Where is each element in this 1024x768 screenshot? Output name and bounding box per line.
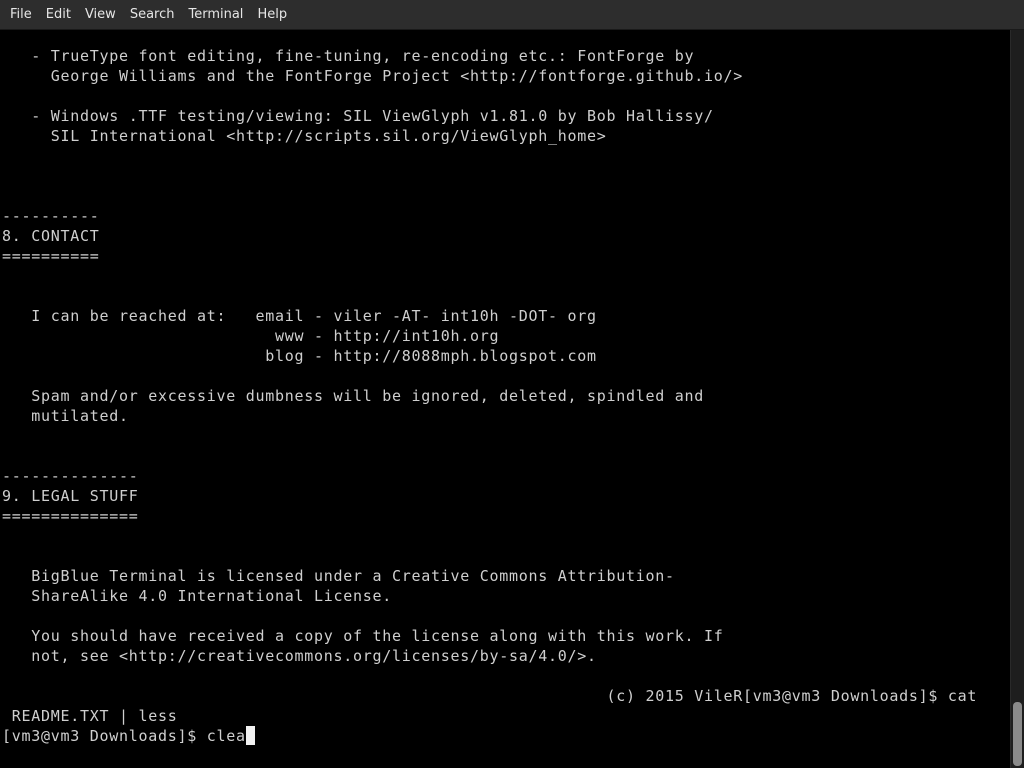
terminal-line: George Williams and the FontForge Projec… [2,67,744,85]
terminal-line: README.TXT | less [2,707,178,725]
terminal-line: mutilated. [2,407,129,425]
section-heading-legal: 9. LEGAL STUFF [2,487,139,505]
section-rule: ---------- [2,207,100,225]
menu-help[interactable]: Help [250,0,294,30]
text-cursor [245,726,255,745]
terminal-line: BigBlue Terminal is licensed under a Cre… [2,567,675,585]
terminal-line: Spam and/or excessive dumbness will be i… [2,387,705,405]
command-line[interactable]: [vm3@vm3 Downloads]$ clea [2,726,977,746]
section-rule: ============== [2,507,139,525]
section-rule: ========== [2,247,100,265]
menu-file[interactable]: File [3,0,39,30]
terminal-screen[interactable]: - TrueType font editing, fine-tuning, re… [0,30,1010,768]
terminal-line: www - http://int10h.org [2,327,500,345]
terminal-line: I can be reached at: email - viler -AT- … [2,307,597,325]
scrollbar-thumb[interactable] [1013,702,1022,766]
terminal-line: - TrueType font editing, fine-tuning, re… [2,47,695,65]
terminal-output: - TrueType font editing, fine-tuning, re… [2,46,977,746]
menu-edit[interactable]: Edit [39,0,78,30]
terminal-line: You should have received a copy of the l… [2,627,724,645]
menu-view[interactable]: View [78,0,123,30]
menu-bar: File Edit View Search Terminal Help [0,0,1024,30]
terminal-line: SIL International <http://scripts.sil.or… [2,127,607,145]
menu-terminal[interactable]: Terminal [181,0,250,30]
command-input[interactable]: clea [207,727,246,745]
menu-search[interactable]: Search [123,0,182,30]
vertical-scrollbar[interactable] [1010,30,1024,768]
section-heading-contact: 8. CONTACT [2,227,100,245]
terminal-line: (c) 2015 VileR[vm3@vm3 Downloads]$ cat [2,687,978,705]
terminal-line: blog - http://8088mph.blogspot.com [2,347,597,365]
terminal-line: not, see <http://creativecommons.org/lic… [2,647,597,665]
section-rule: -------------- [2,467,139,485]
terminal-line: ShareAlike 4.0 International License. [2,587,393,605]
shell-prompt: [vm3@vm3 Downloads]$ [2,727,207,745]
terminal-line: - Windows .TTF testing/viewing: SIL View… [2,107,714,125]
